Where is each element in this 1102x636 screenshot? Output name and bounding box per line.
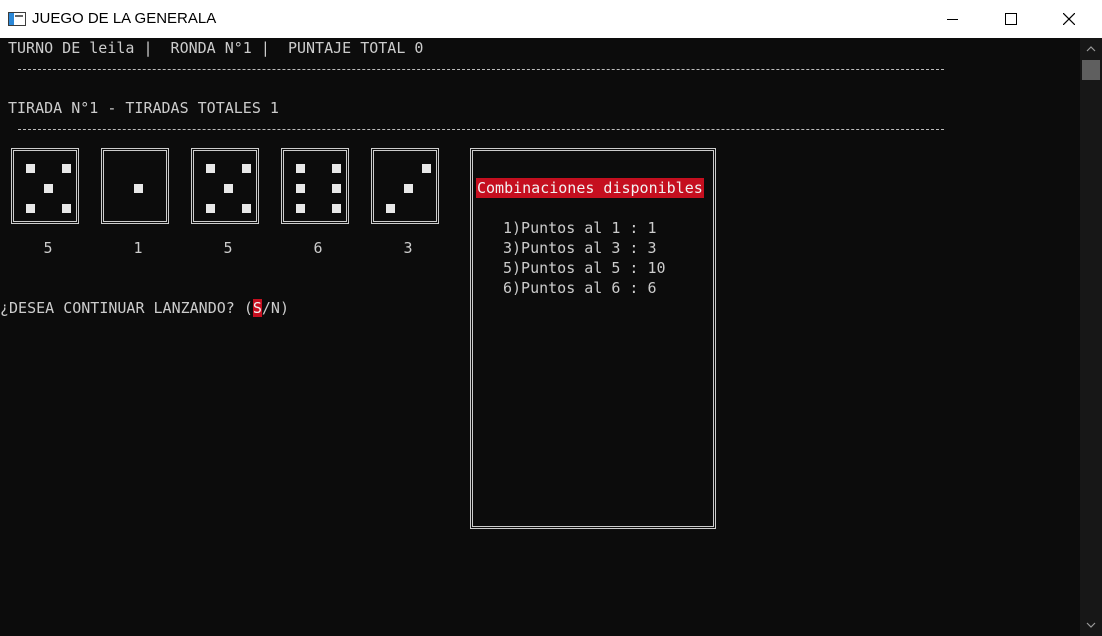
die-face (101, 148, 169, 224)
chevron-down-icon (1086, 622, 1096, 628)
minimize-button[interactable] (924, 0, 982, 38)
die-value-label: 3 (403, 239, 413, 257)
console-output: TURNO DE leila | RONDA N°1 | PUNTAJE TOT… (0, 38, 1080, 636)
throw-status-line: TIRADA N°1 - TIRADAS TOTALES 1 (8, 99, 279, 117)
die-value-label: 6 (313, 239, 323, 257)
die-face (11, 148, 79, 224)
die-value-label: 1 (133, 239, 143, 257)
close-icon (1063, 13, 1075, 25)
die-face (191, 148, 259, 224)
combination-item: 1)Puntos al 1 : 1 (503, 219, 657, 237)
maximize-icon (1005, 13, 1017, 25)
die-value-label: 5 (223, 239, 233, 257)
chevron-up-icon (1086, 46, 1096, 52)
scroll-down-button[interactable] (1080, 616, 1102, 634)
vertical-scrollbar[interactable] (1080, 38, 1102, 636)
scroll-thumb[interactable] (1082, 60, 1100, 80)
title-bar: JUEGO DE LA GENERALA (0, 0, 1102, 39)
text-cursor: S (252, 299, 262, 317)
separator-line (18, 129, 944, 130)
combinations-header: Combinaciones disponibles (476, 178, 704, 198)
separator-line (18, 69, 944, 70)
die-value-label: 5 (43, 239, 53, 257)
die-face (281, 148, 349, 224)
combination-item: 5)Puntos al 5 : 10 (503, 259, 666, 277)
prompt-text: ¿DESEA CONTINUAR LANZANDO? ( (0, 299, 253, 317)
window-title: JUEGO DE LA GENERALA (32, 10, 217, 27)
minimize-icon (947, 19, 958, 20)
combinations-panel (470, 148, 716, 529)
console-app-icon (8, 12, 26, 26)
scroll-up-button[interactable] (1080, 40, 1102, 58)
combination-item: 3)Puntos al 3 : 3 (503, 239, 657, 257)
turn-status-line: TURNO DE leila | RONDA N°1 | PUNTAJE TOT… (8, 39, 424, 57)
combination-item: 6)Puntos al 6 : 6 (503, 279, 657, 297)
continue-prompt[interactable]: ¿DESEA CONTINUAR LANZANDO? (S/N) (0, 298, 289, 318)
die-face (371, 148, 439, 224)
close-button[interactable] (1040, 0, 1098, 38)
maximize-button[interactable] (982, 0, 1040, 38)
prompt-options: /N) (261, 299, 289, 317)
